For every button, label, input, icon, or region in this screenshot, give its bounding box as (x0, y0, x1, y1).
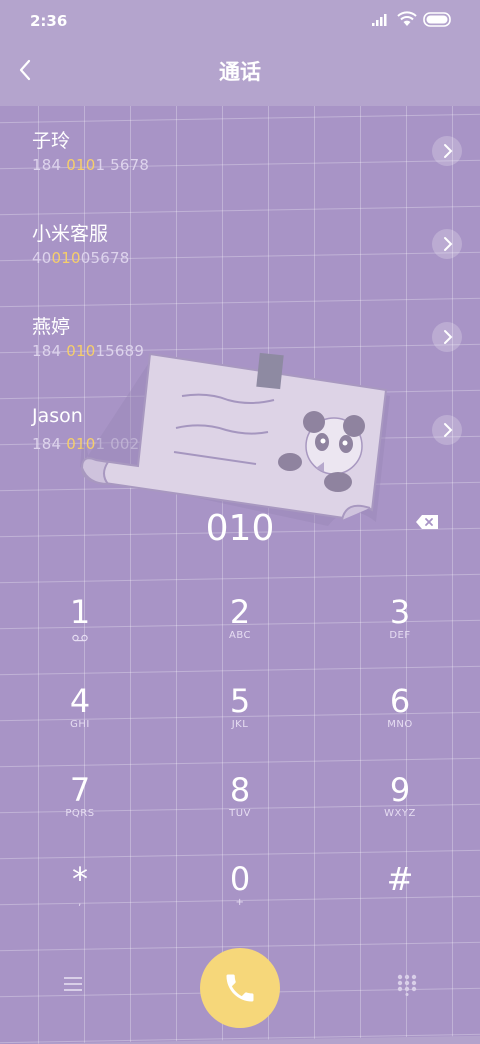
number-match: 010 (51, 249, 81, 267)
voicemail-icon (72, 634, 88, 642)
number-suffix: 05678 (80, 249, 130, 267)
key-digit: 9 (389, 771, 411, 809)
contact-detail-button[interactable] (432, 229, 462, 259)
key-letters: + (235, 897, 245, 908)
key-8[interactable]: 8 TUV (160, 770, 320, 859)
number-match: 010 (66, 156, 96, 174)
key-digit: 2 (229, 593, 251, 631)
bottom-action-bar (0, 940, 480, 1040)
key-letters: DEF (389, 630, 411, 641)
wifi-icon (397, 11, 417, 26)
key-digit: 5 (229, 682, 251, 720)
app-header: 通话 (0, 50, 480, 90)
chevron-right-icon (444, 144, 453, 158)
number-prefix: 184 (32, 342, 67, 360)
key-digit: 1 (69, 593, 91, 631)
dialpad-icon[interactable] (396, 974, 418, 996)
call-button[interactable] (200, 948, 280, 1028)
key-digit: 3 (389, 593, 411, 631)
key-digit: 6 (389, 682, 411, 720)
phone-icon (226, 974, 254, 1002)
key-digit: 4 (69, 682, 91, 720)
key-2[interactable]: 2 ABC (160, 592, 320, 681)
key-letters: , (78, 897, 82, 908)
backspace-icon[interactable] (414, 512, 440, 532)
number-prefix: 184 (32, 156, 67, 174)
page-title: 通话 (219, 60, 261, 84)
status-bar: 2:36 (0, 0, 480, 40)
dialed-number-display: 010 (205, 508, 275, 549)
contact-number: 4001005678 (32, 249, 129, 267)
key-letters: PQRS (65, 808, 95, 819)
key-7[interactable]: 7 PQRS (0, 770, 160, 859)
contact-item[interactable]: 小米客服 4001005678 (0, 207, 480, 300)
chevron-right-icon (444, 423, 453, 437)
number-prefix: 184 (32, 435, 67, 453)
key-letters: WXYZ (384, 808, 416, 819)
key-digit: 7 (69, 771, 91, 809)
key-letters: JKL (231, 719, 249, 730)
status-time: 2:36 (30, 12, 68, 30)
key-letters: ABC (228, 630, 251, 641)
key-digit: 0 (229, 860, 251, 898)
contact-name: Jason (32, 405, 83, 427)
key-9[interactable]: 9 WXYZ (320, 770, 480, 859)
panda-note-sticker (80, 352, 390, 526)
chevron-right-icon (444, 330, 453, 344)
key-star[interactable]: * , (0, 859, 160, 948)
key-4[interactable]: 4 GHI (0, 681, 160, 770)
chevron-right-icon (444, 237, 453, 251)
key-letters: TUV (229, 808, 251, 819)
battery-icon (423, 12, 451, 27)
contact-name: 子玲 (32, 130, 71, 152)
contact-detail-button[interactable] (432, 322, 462, 352)
key-digit: # (386, 860, 414, 898)
key-1[interactable]: 1 (0, 592, 160, 681)
contact-name: 小米客服 (32, 223, 109, 245)
signal-icon (372, 14, 387, 26)
key-6[interactable]: 6 MNO (320, 681, 480, 770)
number-suffix: 1 5678 (95, 156, 150, 174)
key-0[interactable]: 0 + (160, 859, 320, 948)
menu-icon[interactable] (62, 974, 84, 994)
key-digit: * (72, 860, 88, 898)
key-digit: 8 (229, 771, 251, 809)
contact-detail-button[interactable] (432, 136, 462, 166)
key-5[interactable]: 5 JKL (160, 681, 320, 770)
contact-detail-button[interactable] (432, 415, 462, 445)
key-letters: MNO (387, 719, 413, 730)
contact-item[interactable]: 子玲 184 0101 5678 (0, 114, 480, 207)
number-prefix: 40 (32, 249, 52, 267)
key-letters: GHI (70, 719, 90, 730)
contact-name: 燕婷 (32, 316, 71, 338)
key-hash[interactable]: # (320, 859, 480, 948)
contact-number: 184 0101 5678 (32, 156, 149, 174)
key-3[interactable]: 3 DEF (320, 592, 480, 681)
